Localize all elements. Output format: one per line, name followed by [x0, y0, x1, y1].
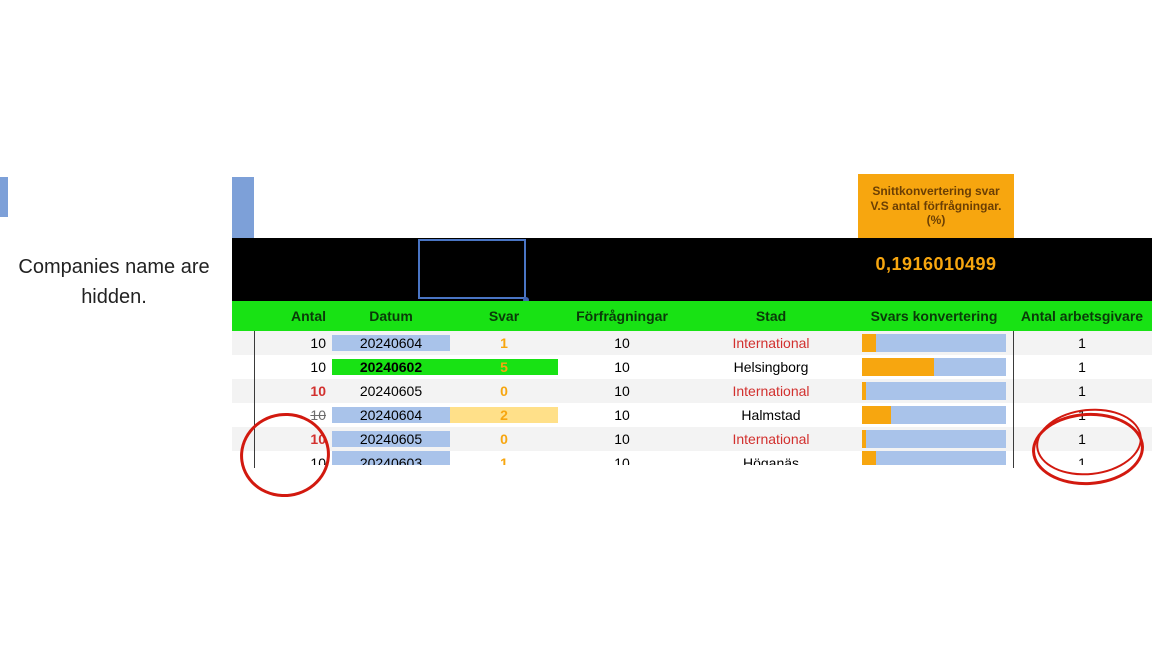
table-row[interactable]: 1020240603110Höganäs1: [232, 451, 1152, 465]
conversion-bar: [862, 430, 1006, 448]
conversion-bar: [862, 334, 1006, 352]
cell-stad[interactable]: Helsingborg: [686, 359, 856, 375]
cell-antal[interactable]: 10: [254, 359, 332, 375]
conversion-bar: [862, 451, 1006, 465]
cell-arbetsgivare[interactable]: 1: [1012, 335, 1152, 351]
cell-konvertering[interactable]: [856, 382, 1012, 400]
col-header-stad[interactable]: Stad: [686, 308, 856, 324]
cell-datum[interactable]: 20240605: [332, 383, 450, 399]
stage: Companies name are hidden. Snittkonverte…: [0, 0, 1152, 648]
title-band: [232, 238, 1152, 301]
cell-antal[interactable]: 10: [254, 335, 332, 351]
col-header-svar[interactable]: Svar: [450, 308, 558, 324]
col-header-arbetsgivare[interactable]: Antal arbetsgivare: [1012, 308, 1152, 324]
annotation-note: Companies name are hidden.: [14, 252, 214, 312]
table-row[interactable]: 1020240605010International1: [232, 427, 1152, 451]
metric-label-box: Snittkonvertering svar V.S antal förfråg…: [858, 174, 1014, 238]
cell-svar[interactable]: 5: [450, 359, 558, 375]
cell-antal[interactable]: 10: [254, 451, 332, 465]
cell-forfragningar[interactable]: 10: [558, 335, 686, 351]
table-border-left: [254, 331, 255, 471]
cell-forfragningar[interactable]: 10: [558, 359, 686, 375]
cell-forfragningar[interactable]: 10: [558, 451, 686, 465]
cell-svar[interactable]: 1: [450, 335, 558, 351]
cell-forfragningar[interactable]: 10: [558, 383, 686, 399]
cell-svar[interactable]: 0: [450, 383, 558, 399]
cell-svar[interactable]: 0: [450, 431, 558, 447]
table-border-right: [1013, 331, 1014, 471]
metric-value: 0,1916010499: [858, 254, 1014, 275]
cell-konvertering[interactable]: [856, 358, 1012, 376]
cell-konvertering[interactable]: [856, 406, 1012, 424]
cell-stad[interactable]: International: [686, 431, 856, 447]
table-row[interactable]: 1020240605010International1: [232, 379, 1152, 403]
cell-arbetsgivare[interactable]: 1: [1012, 451, 1152, 465]
col-header-konvertering[interactable]: Svars konvertering: [856, 308, 1012, 324]
table-row[interactable]: 1020240604110International1: [232, 331, 1152, 355]
conversion-bar: [862, 406, 1006, 424]
cell-antal[interactable]: 10: [254, 383, 332, 399]
decorative-blue-sliver: [0, 177, 8, 217]
col-header-antal[interactable]: Antal: [254, 308, 332, 324]
crop-mask: [232, 468, 1152, 648]
cell-svar[interactable]: 1: [450, 451, 558, 465]
cell-konvertering[interactable]: [856, 451, 1012, 465]
col-header-forfragningar[interactable]: Förfrågningar: [558, 308, 686, 324]
cell-datum[interactable]: 20240602: [332, 359, 450, 375]
table-row[interactable]: 1020240602510Helsingborg1: [232, 355, 1152, 379]
decorative-blue-stub: [232, 177, 254, 238]
cell-stad[interactable]: International: [686, 383, 856, 399]
cell-svar[interactable]: 2: [450, 407, 558, 423]
col-header-datum[interactable]: Datum: [332, 308, 450, 324]
cell-datum[interactable]: 20240605: [332, 431, 450, 447]
table-header-row: Antal Datum Svar Förfrågningar Stad Svar…: [232, 301, 1152, 331]
cell-antal[interactable]: 10: [254, 431, 332, 447]
cell-arbetsgivare[interactable]: 1: [1012, 431, 1152, 447]
cell-datum[interactable]: 20240604: [332, 407, 450, 423]
cell-forfragningar[interactable]: 10: [558, 431, 686, 447]
cell-konvertering[interactable]: [856, 334, 1012, 352]
cell-stad[interactable]: International: [686, 335, 856, 351]
cell-arbetsgivare[interactable]: 1: [1012, 383, 1152, 399]
conversion-bar: [862, 382, 1006, 400]
conversion-bar: [862, 358, 1006, 376]
table-body: 1020240604110International11020240602510…: [232, 331, 1152, 465]
cell-arbetsgivare[interactable]: 1: [1012, 359, 1152, 375]
cell-antal[interactable]: 10: [254, 407, 332, 423]
cell-datum[interactable]: 20240603: [332, 451, 450, 465]
cell-forfragningar[interactable]: 10: [558, 407, 686, 423]
cell-datum[interactable]: 20240604: [332, 335, 450, 351]
cell-arbetsgivare[interactable]: 1: [1012, 407, 1152, 423]
cell-stad[interactable]: Halmstad: [686, 407, 856, 423]
table-row[interactable]: 1020240604210Halmstad1: [232, 403, 1152, 427]
cell-stad[interactable]: Höganäs: [686, 451, 856, 465]
cell-konvertering[interactable]: [856, 430, 1012, 448]
